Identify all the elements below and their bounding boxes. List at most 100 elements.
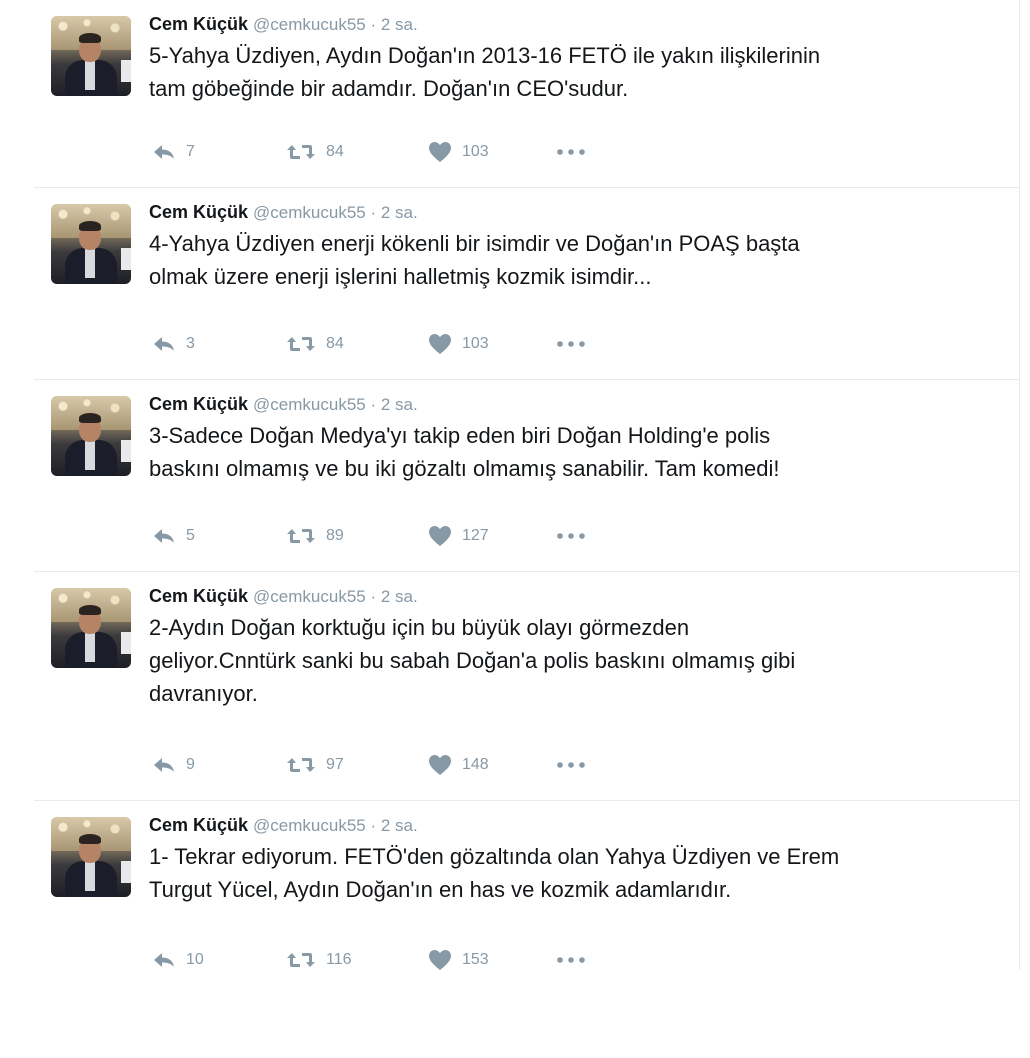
reply-button[interactable]: 7 — [152, 140, 195, 164]
more-button[interactable] — [556, 948, 586, 972]
separator: · — [365, 15, 381, 34]
tweet-text: 1- Tekrar ediyorum. FETÖ'den gözaltında … — [149, 844, 840, 902]
retweet-button[interactable]: 97 — [286, 753, 344, 777]
tweet[interactable]: Cem Küçük @cemkucuk55 · 2 sa. 5-Yahya Üz… — [34, 0, 1019, 188]
tweet-text: 4-Yahya Üzdiyen enerji kökenli bir isimd… — [149, 231, 800, 289]
retweet-icon — [287, 145, 315, 159]
more-button[interactable] — [556, 140, 586, 164]
like-button[interactable]: 153 — [428, 948, 489, 972]
separator: · — [365, 203, 381, 222]
reply-button[interactable]: 5 — [152, 524, 195, 548]
reply-count: 7 — [186, 143, 195, 160]
like-button[interactable]: 127 — [428, 524, 489, 548]
more-dots-icon — [557, 957, 585, 963]
heart-icon — [429, 334, 451, 354]
tweet-timeline: Cem Küçük @cemkucuk55 · 2 sa. 5-Yahya Üz… — [34, 0, 1019, 970]
tweet-time[interactable]: 2 sa. — [381, 587, 418, 606]
more-dots-icon — [557, 762, 585, 768]
author-handle[interactable]: @cemkucuk55 — [253, 203, 366, 222]
reply-icon — [154, 953, 174, 967]
reply-icon — [154, 758, 174, 772]
reply-icon — [154, 145, 174, 159]
author-handle[interactable]: @cemkucuk55 — [253, 395, 366, 414]
retweet-button[interactable]: 116 — [286, 948, 352, 972]
like-count: 127 — [462, 527, 489, 544]
like-button[interactable]: 148 — [428, 753, 489, 777]
heart-icon — [429, 755, 451, 775]
tweet-time[interactable]: 2 sa. — [381, 816, 418, 835]
author-handle[interactable]: @cemkucuk55 — [253, 587, 366, 606]
author-name[interactable]: Cem Küçük — [149, 815, 248, 835]
tweet-header: Cem Küçük @cemkucuk55 · 2 sa. — [149, 200, 1009, 225]
tweet-header: Cem Küçük @cemkucuk55 · 2 sa. — [149, 813, 1009, 838]
heart-icon — [429, 526, 451, 546]
retweet-count: 116 — [326, 951, 352, 968]
like-button[interactable]: 103 — [428, 140, 489, 164]
tweet-text: 5-Yahya Üzdiyen, Aydın Doğan'ın 2013-16 … — [149, 43, 821, 101]
separator: · — [365, 395, 381, 414]
tweet-text: 2-Aydın Doğan korktuğu için bu büyük ola… — [149, 615, 796, 706]
author-handle[interactable]: @cemkucuk55 — [253, 15, 366, 34]
tweet-text: 3-Sadece Doğan Medya'yı takip eden biri … — [149, 423, 780, 481]
reply-button[interactable]: 10 — [152, 948, 204, 972]
retweet-count: 84 — [326, 335, 344, 352]
like-count: 153 — [462, 951, 489, 968]
tweet-content: Cem Küçük @cemkucuk55 · 2 sa. 2-Aydın Do… — [149, 584, 1009, 710]
tweet-header: Cem Küçük @cemkucuk55 · 2 sa. — [149, 392, 1009, 417]
author-name[interactable]: Cem Küçük — [149, 14, 248, 34]
retweet-icon — [287, 337, 315, 351]
reply-count: 9 — [186, 756, 195, 773]
tweet[interactable]: Cem Küçük @cemkucuk55 · 2 sa. 1- Tekrar … — [34, 801, 1019, 970]
tweet-content: Cem Küçük @cemkucuk55 · 2 sa. 3-Sadece D… — [149, 392, 1009, 485]
avatar[interactable] — [51, 16, 131, 96]
tweet[interactable]: Cem Küçük @cemkucuk55 · 2 sa. 4-Yahya Üz… — [34, 188, 1019, 380]
like-button[interactable]: 103 — [428, 332, 489, 356]
like-count: 103 — [462, 335, 489, 352]
more-button[interactable] — [556, 753, 586, 777]
separator: · — [365, 816, 381, 835]
heart-icon — [429, 950, 451, 970]
separator: · — [365, 587, 381, 606]
reply-count: 3 — [186, 335, 195, 352]
author-name[interactable]: Cem Küçük — [149, 394, 248, 414]
retweet-button[interactable]: 84 — [286, 332, 344, 356]
reply-button[interactable]: 9 — [152, 753, 195, 777]
reply-icon — [154, 529, 174, 543]
tweet-content: Cem Küçük @cemkucuk55 · 2 sa. 1- Tekrar … — [149, 813, 1009, 906]
avatar[interactable] — [51, 588, 131, 668]
avatar[interactable] — [51, 204, 131, 284]
more-dots-icon — [557, 341, 585, 347]
retweet-count: 84 — [326, 143, 344, 160]
reply-count: 5 — [186, 527, 195, 544]
more-button[interactable] — [556, 332, 586, 356]
tweet[interactable]: Cem Küçük @cemkucuk55 · 2 sa. 2-Aydın Do… — [34, 572, 1019, 801]
retweet-icon — [287, 529, 315, 543]
retweet-button[interactable]: 84 — [286, 140, 344, 164]
tweet-time[interactable]: 2 sa. — [381, 15, 418, 34]
avatar[interactable] — [51, 817, 131, 897]
retweet-icon — [287, 758, 315, 772]
timeline-right-border — [1019, 0, 1020, 970]
more-dots-icon — [557, 149, 585, 155]
tweet[interactable]: Cem Küçük @cemkucuk55 · 2 sa. 3-Sadece D… — [34, 380, 1019, 572]
tweet-time[interactable]: 2 sa. — [381, 395, 418, 414]
tweet-content: Cem Küçük @cemkucuk55 · 2 sa. 4-Yahya Üz… — [149, 200, 1009, 293]
retweet-count: 89 — [326, 527, 344, 544]
heart-icon — [429, 142, 451, 162]
author-name[interactable]: Cem Küçük — [149, 202, 248, 222]
like-count: 148 — [462, 756, 489, 773]
more-button[interactable] — [556, 524, 586, 548]
author-handle[interactable]: @cemkucuk55 — [253, 816, 366, 835]
retweet-count: 97 — [326, 756, 344, 773]
retweet-icon — [287, 953, 315, 967]
retweet-button[interactable]: 89 — [286, 524, 344, 548]
more-dots-icon — [557, 533, 585, 539]
reply-count: 10 — [186, 951, 204, 968]
tweet-header: Cem Küçük @cemkucuk55 · 2 sa. — [149, 584, 1009, 609]
avatar[interactable] — [51, 396, 131, 476]
author-name[interactable]: Cem Küçük — [149, 586, 248, 606]
tweet-content: Cem Küçük @cemkucuk55 · 2 sa. 5-Yahya Üz… — [149, 12, 1009, 105]
tweet-time[interactable]: 2 sa. — [381, 203, 418, 222]
reply-button[interactable]: 3 — [152, 332, 195, 356]
reply-icon — [154, 337, 174, 351]
